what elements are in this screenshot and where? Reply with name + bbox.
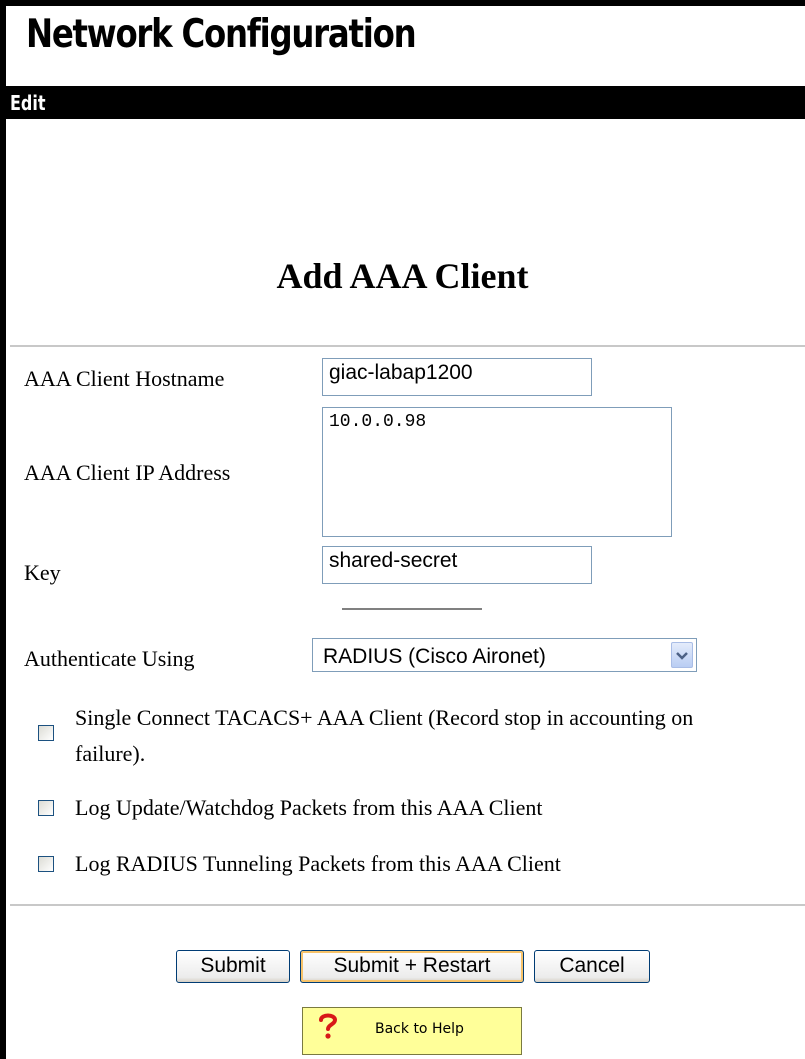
authenticate-using-select[interactable]: RADIUS (Cisco Aironet) bbox=[312, 638, 697, 672]
authenticate-using-label: Authenticate Using bbox=[24, 646, 195, 671]
ip-address-textarea[interactable]: 10.0.0.98 bbox=[322, 407, 672, 537]
key-input[interactable]: shared-secret bbox=[322, 546, 592, 584]
form-title: Add AAA Client bbox=[276, 256, 529, 296]
log-watchdog-label: Log Update/Watchdog Packets from this AA… bbox=[75, 795, 543, 820]
single-connect-checkbox[interactable] bbox=[38, 725, 54, 741]
back-to-help-label: Back to Help bbox=[375, 1021, 464, 1037]
log-radius-tunneling-label: Log RADIUS Tunneling Packets from this A… bbox=[75, 851, 561, 876]
menu-bar: Edit bbox=[6, 86, 805, 119]
question-mark-icon bbox=[317, 1012, 339, 1039]
chevron-down-icon[interactable] bbox=[671, 642, 693, 668]
log-radius-tunneling-checkbox[interactable] bbox=[38, 856, 54, 872]
hostname-input[interactable]: giac-labap1200 bbox=[322, 358, 592, 396]
back-to-help-button[interactable]: Back to Help bbox=[302, 1007, 522, 1055]
log-watchdog-checkbox[interactable] bbox=[38, 800, 54, 816]
key-label: Key bbox=[24, 560, 61, 585]
separator-line bbox=[342, 608, 482, 610]
single-connect-label: Single Connect TACACS+ AAA Client (Recor… bbox=[75, 705, 694, 766]
submit-button[interactable]: Submit bbox=[176, 950, 290, 983]
bottom-divider bbox=[10, 904, 805, 906]
hostname-label: AAA Client Hostname bbox=[24, 366, 225, 391]
top-divider bbox=[10, 345, 805, 347]
menu-edit[interactable]: Edit bbox=[10, 91, 46, 115]
authenticate-using-value: RADIUS (Cisco Aironet) bbox=[323, 645, 546, 668]
ip-address-label: AAA Client IP Address bbox=[24, 460, 231, 485]
submit-restart-button[interactable]: Submit + Restart bbox=[300, 950, 524, 983]
cancel-button[interactable]: Cancel bbox=[534, 950, 650, 983]
app-title: Network Configuration bbox=[26, 12, 417, 57]
